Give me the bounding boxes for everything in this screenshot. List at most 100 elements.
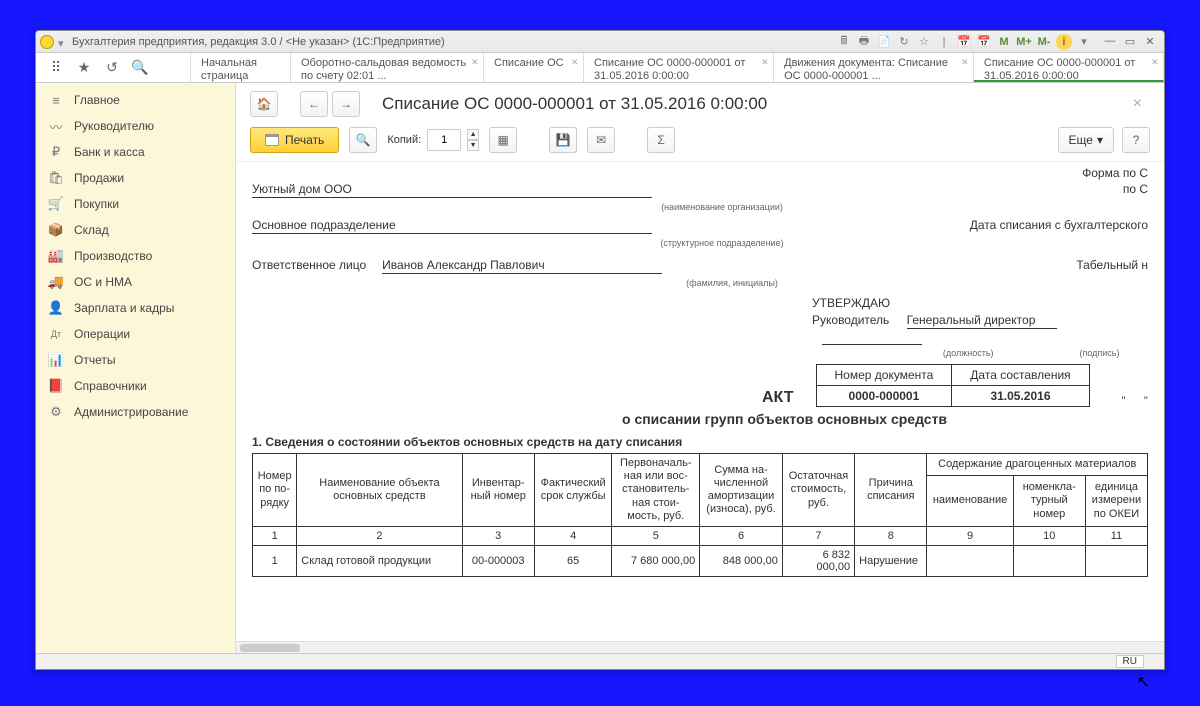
dept-field: Основное подразделение (252, 218, 652, 234)
cursor-icon: ↖ (1137, 672, 1150, 692)
tab-spisanie-doc2[interactable]: Списание ОС 0000-000001 от 31.05.2016 0:… (974, 53, 1164, 82)
dt-icon: Дт (48, 326, 64, 342)
tab-spisanie-list[interactable]: Списание ОС✕ (484, 53, 584, 82)
sidebar-item-production[interactable]: 🏭Производство (36, 243, 235, 269)
resp-hint: (фамилия, инициалы) (682, 278, 782, 288)
quote-marks: " " (1122, 395, 1148, 407)
maximize-btn[interactable]: ▭ (1120, 35, 1140, 48)
sidebar-item-operations[interactable]: ДтОперации (36, 321, 235, 347)
chart-icon: 〰 (48, 118, 64, 134)
horizontal-scrollbar[interactable] (236, 641, 1164, 653)
sidebar-item-reports[interactable]: 📊Отчеты (36, 347, 235, 373)
back-button[interactable]: ← (300, 91, 328, 117)
bag-icon: 🛍 (48, 170, 64, 186)
resp-label: Ответственное лицо (252, 258, 366, 274)
sidebar: ≡Главное 〰Руководителю ₽Банк и касса 🛍Пр… (36, 83, 236, 653)
sidebar-item-purchases[interactable]: 🛒Покупки (36, 191, 235, 217)
icon-sep: | (936, 34, 952, 50)
print-button[interactable]: Печать (250, 127, 339, 153)
apps-icon[interactable]: ⠿ (48, 60, 64, 76)
tab-close-icon[interactable]: ✕ (471, 57, 479, 65)
copies-label: Копий: (387, 134, 421, 146)
sidebar-item-bank[interactable]: ₽Банк и касса (36, 139, 235, 165)
dolzhnost-hint: (должность) (895, 348, 1041, 358)
sidebar-item-admin[interactable]: ⚙Администрирование (36, 399, 235, 425)
close-btn[interactable]: ✕ (1140, 35, 1160, 48)
info-icon[interactable]: i (1056, 34, 1072, 50)
close-doc-button[interactable]: × (1125, 95, 1150, 113)
icon-cal1[interactable]: 📅 (956, 34, 972, 50)
sidebar-item-stock[interactable]: 📦Склад (36, 217, 235, 243)
akt-label: АКТ (762, 389, 794, 407)
po-o-label: по С (1123, 182, 1148, 198)
doc-header: 🏠 ← → Списание ОС 0000-000001 от 31.05.2… (236, 83, 1164, 123)
book-icon: 📕 (48, 378, 64, 394)
app-window: ▾ Бухгалтерия предприятия, редакция 3.0 … (35, 30, 1165, 670)
icon-tools: ⠿ ★ ↺ 🔍 (36, 53, 191, 82)
home-button[interactable]: 🏠 (250, 91, 278, 117)
chevron-down-icon: ▾ (1097, 133, 1103, 147)
titlebar: ▾ Бухгалтерия предприятия, редакция 3.0 … (36, 31, 1164, 53)
minimize-btn[interactable]: — (1100, 35, 1120, 48)
sum-button[interactable]: Σ (647, 127, 675, 153)
forward-button[interactable]: → (332, 91, 360, 117)
main: ≡Главное 〰Руководителю ₽Банк и касса 🛍Пр… (36, 83, 1164, 653)
sidebar-item-manager[interactable]: 〰Руководителю (36, 113, 235, 139)
preview-button[interactable]: 🔍 (349, 127, 377, 153)
sidebar-item-catalogs[interactable]: 📕Справочники (36, 373, 235, 399)
icon-calc[interactable]: 🖩 (836, 34, 852, 50)
tabel-label: Табельный н (1076, 258, 1148, 274)
m-btn[interactable]: M (996, 34, 1012, 50)
lang-indicator[interactable]: RU (1116, 655, 1144, 668)
tab-start[interactable]: Начальная страница (191, 53, 291, 82)
org-field: Уютный дом ООО (252, 182, 652, 198)
menu-icon[interactable]: ▾ (1076, 34, 1092, 50)
factory-icon: 🏭 (48, 248, 64, 264)
box-icon: 📦 (48, 222, 64, 238)
history-icon[interactable]: ↺ (104, 60, 120, 76)
data-table: Номер по по-рядку Наименование объекта о… (252, 453, 1148, 577)
doc-body[interactable]: Форма по С Уютный дом ООО по С (наименов… (236, 161, 1164, 641)
org-hint: (наименование организации) (652, 202, 792, 212)
m-plus-btn[interactable]: M+ (1016, 34, 1032, 50)
search-icon[interactable]: 🔍 (132, 60, 148, 76)
tabs: Начальная страница Оборотно-сальдовая ве… (191, 53, 1164, 82)
help-button[interactable]: ? (1122, 127, 1150, 153)
statusbar: RU (36, 653, 1164, 669)
sidebar-item-salary[interactable]: 👤Зарплата и кадры (36, 295, 235, 321)
date-disposal-label: Дата списания с бухгалтерского (970, 218, 1148, 234)
icon-star[interactable]: ☆ (916, 34, 932, 50)
tab-close-icon[interactable]: ✕ (961, 57, 969, 65)
tab-movements[interactable]: Движения документа: Списание ОС 0000-000… (774, 53, 974, 82)
save-button[interactable]: 💾 (549, 127, 577, 153)
icon-print[interactable]: 🖶 (856, 34, 872, 50)
akt-table: Номер документаДата составления 0000-000… (816, 364, 1090, 407)
mail-button[interactable]: ✉ (587, 127, 615, 153)
grid-button[interactable]: ▦ (489, 127, 517, 153)
sidebar-item-main[interactable]: ≡Главное (36, 87, 235, 113)
sidebar-item-sales[interactable]: 🛍Продажи (36, 165, 235, 191)
more-button[interactable]: Еще▾ (1058, 127, 1114, 153)
tab-close-icon[interactable]: ✕ (1151, 57, 1159, 65)
tab-spisanie-doc1[interactable]: Списание ОС 0000-000001 от 31.05.2016 0:… (584, 53, 774, 82)
table-row: 1 Склад готовой продукции 00-000003 65 7… (253, 545, 1148, 576)
resp-name: Иванов Александр Павлович (382, 258, 662, 274)
icon-doc[interactable]: 📄 (876, 34, 892, 50)
toolbar-row: ⠿ ★ ↺ 🔍 Начальная страница Оборотно-саль… (36, 53, 1164, 83)
tab-close-icon[interactable]: ✕ (761, 57, 769, 65)
sidebar-item-os[interactable]: 🚚ОС и НМА (36, 269, 235, 295)
podpis-hint: (подпись) (1051, 348, 1148, 358)
copies-down[interactable]: ▼ (467, 140, 479, 151)
dropdown-icon[interactable]: ▾ (58, 37, 68, 47)
rukovod-label: Руководитель (812, 313, 889, 327)
tab-osv[interactable]: Оборотно-сальдовая ведомость по счету 02… (291, 53, 484, 82)
m-minus-btn[interactable]: M- (1036, 34, 1052, 50)
icon-cal2[interactable]: 📅 (976, 34, 992, 50)
icon-refresh[interactable]: ↻ (896, 34, 912, 50)
copies-up[interactable]: ▲ (467, 129, 479, 140)
copies-input[interactable] (427, 129, 461, 151)
doc-title: Списание ОС 0000-000001 от 31.05.2016 0:… (382, 94, 767, 114)
star-icon[interactable]: ★ (76, 60, 92, 76)
system-icons: 🖩 🖶 📄 ↻ ☆ | 📅 📅 M M+ M- i ▾ (836, 34, 1092, 50)
tab-close-icon[interactable]: ✕ (571, 57, 579, 65)
